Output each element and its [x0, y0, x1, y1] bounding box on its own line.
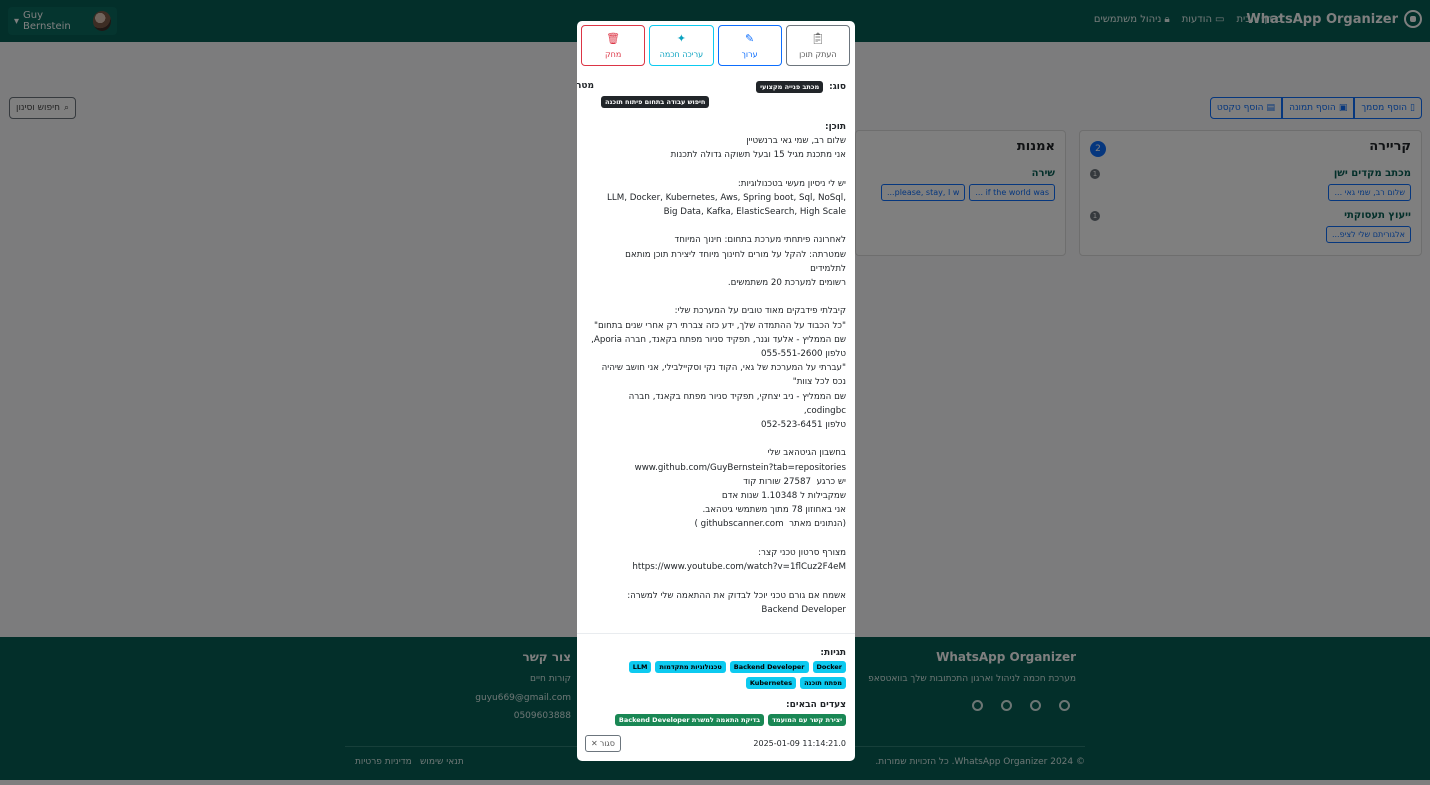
message-detail-modal: 📋︎ העתק תוכן ✎ ערוך ✦ עריכה חכמה 🗑︎ מחק … [577, 21, 855, 761]
tags-list: Docker Backend Developer טכנולוגיות מתקד… [584, 661, 846, 689]
type-label: סוג: [829, 82, 846, 92]
tag-badge: מפתח תוכנה [800, 677, 846, 689]
message-meta: סוג: מכתב פנייה מקצועי מטרה: חיפוש עבודה… [577, 81, 846, 111]
trash-icon: 🗑︎ [606, 31, 621, 45]
sparkles-icon: ✦ [676, 31, 686, 45]
next-step-badge: יצירת קשר עם המועמד [768, 714, 846, 726]
tag-badge: LLM [628, 661, 652, 673]
pencil-square-icon: ✎ [745, 31, 755, 45]
content-label: תוכן: [824, 122, 846, 132]
delete-button[interactable]: 🗑︎ מחק [581, 25, 646, 66]
close-button[interactable]: סגור ✕ [585, 735, 621, 752]
next-steps-list: יצירת קשר עם המועמד בדיקת התאמה למשרת Ba… [614, 714, 846, 726]
tag-badge: Kubernetes [745, 677, 797, 689]
close-icon: ✕ [591, 739, 598, 748]
message-content: שלום רב, שמי גאי ברנשטיין אני מתכנת מגיל… [591, 136, 846, 615]
tag-badge: טכנולוגיות מתקדמות [655, 661, 726, 673]
copy-content-button[interactable]: 📋︎ העתק תוכן [785, 25, 850, 66]
divider [577, 633, 855, 634]
type-badge: מכתב פנייה מקצועי [756, 81, 824, 93]
tag-badge: Docker [812, 661, 846, 673]
next-steps-label: צעדים הבאים: [786, 700, 846, 710]
tag-badge: Backend Developer [729, 661, 809, 673]
clipboard-icon: 📋︎ [810, 31, 825, 45]
modal-actions: 📋︎ העתק תוכן ✎ ערוך ✦ עריכה חכמה 🗑︎ מחק [581, 25, 850, 66]
smart-edit-button[interactable]: ✦ עריכה חכמה [649, 25, 714, 66]
goal-label: מטרה: [577, 81, 594, 91]
message-timestamp: 2025-01-09 11:14:21.0 [753, 739, 846, 748]
tags-label: תגיות: [820, 648, 846, 658]
goal-badge: חיפוש עבודה בתחום פיתוח תוכנה [601, 96, 710, 108]
edit-button[interactable]: ✎ ערוך [717, 25, 782, 66]
next-step-badge: בדיקת התאמה למשרת Backend Developer [614, 714, 765, 726]
